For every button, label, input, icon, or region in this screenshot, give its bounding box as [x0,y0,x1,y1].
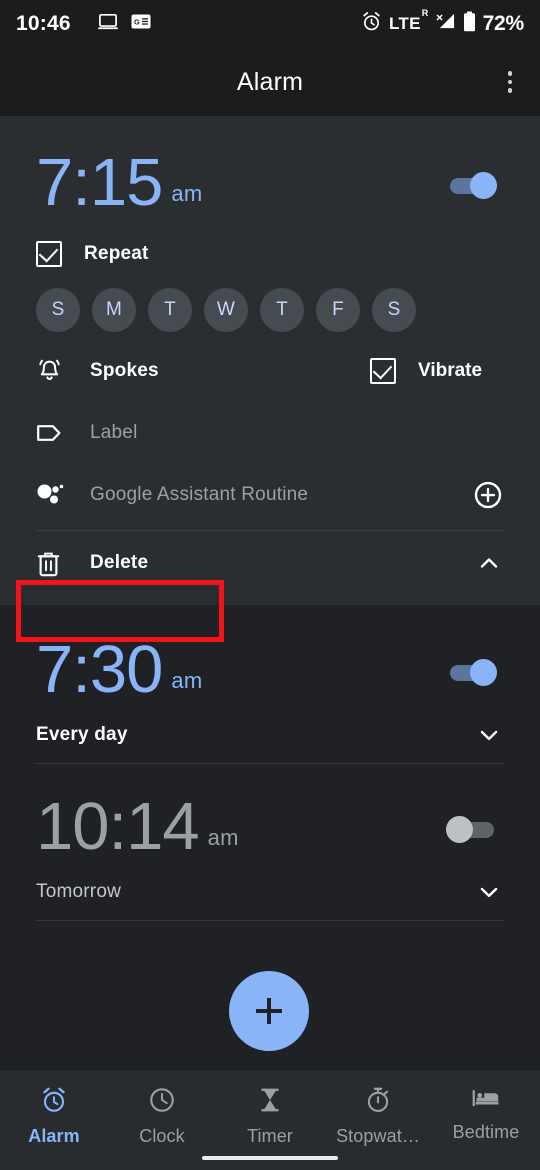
day-chip-monday[interactable]: M [92,288,136,332]
assistant-routine-row[interactable]: Google Assistant Routine [36,464,504,526]
nav-label-stopwatch-timer: Timer [247,1126,293,1146]
status-bar-right: LTER 72% [361,8,525,37]
switch-thumb [470,659,497,686]
ringtone-row[interactable]: Spokes Vibrate [36,340,504,402]
repeat-row[interactable]: Repeat [36,226,504,282]
alarm-schedule: Tomorrow [36,881,122,902]
status-time: 10:46 [16,12,71,35]
plus-icon [267,998,271,1024]
nav-item-clock[interactable]: Clock [108,1086,216,1147]
page-title: Alarm [236,67,304,96]
day-chip-thursday[interactable]: T [260,288,304,332]
add-alarm-fab[interactable] [229,971,309,1051]
vibrate-label: Vibrate [418,360,483,381]
delete-label: Delete [90,552,149,573]
day-chip-tuesday[interactable]: T [148,288,192,332]
chevron-down-icon[interactable] [476,879,502,905]
chevron-up-icon[interactable] [476,550,502,576]
alarm-toggle-switch[interactable] [446,170,504,200]
day-chip-wednesday[interactable]: W [204,288,248,332]
tag-icon [36,422,68,444]
battery-percent: 72% [482,12,525,35]
nav-item-alarm[interactable]: Alarm [0,1086,108,1147]
alarm-time[interactable]: 7:30 [36,633,163,707]
app-bar: Alarm [0,48,540,116]
alarm-schedule: Every day [36,724,128,745]
switch-thumb [446,816,473,843]
ringtone-name: Spokes [90,360,159,381]
alarm-label-input[interactable]: Label [90,422,138,444]
trash-icon [36,550,68,577]
more-vert-icon-dot [507,71,513,76]
alarm-item-expanded[interactable]: 7:15 am Repeat S M T W T F S Spokes Vibr… [0,116,540,605]
repeat-checkbox[interactable] [36,241,62,267]
day-chip-saturday[interactable]: S [372,288,416,332]
vibrate-checkbox[interactable] [370,358,396,384]
nav-item-bedtime[interactable]: Bedtime [432,1086,540,1143]
gesture-navigation-bar [202,1156,338,1160]
alarm-item-collapsed[interactable]: 7:30 am Every day [0,605,540,763]
switch-thumb [470,172,497,199]
nav-label-bedtime: Bedtime [452,1122,520,1142]
alarm-list: 7:15 am Repeat S M T W T F S Spokes Vibr… [0,116,540,1070]
alarm-schedule-row[interactable]: Tomorrow [36,864,504,920]
nav-label-alarm: Alarm [28,1126,80,1146]
repeat-label: Repeat [84,243,149,264]
more-vert-icon-dot [507,88,513,93]
alarm-item-collapsed[interactable]: 10:14 am Tomorrow [0,764,540,920]
bottom-navigation: Alarm Clock Timer Stopwat… Bedtime [0,1070,540,1170]
alarm-time[interactable]: 10:14 [36,790,200,864]
alarm-time[interactable]: 7:15 [36,146,163,220]
alarm-toggle-switch[interactable] [446,657,504,687]
plus-circle-icon[interactable] [473,480,503,510]
stopwatch-icon [364,1086,392,1119]
alarm-divider [36,920,504,921]
alarm-meridiem: am [207,825,239,850]
assistant-routine-label: Google Assistant Routine [90,484,309,505]
chevron-down-icon[interactable] [476,722,502,748]
day-chip-sunday[interactable]: S [36,288,80,332]
vibrate-group[interactable]: Vibrate [370,358,482,384]
nav-item-stopwatch[interactable]: Stopwat… [324,1086,432,1147]
laptop-icon [97,13,119,36]
alarm-time-row[interactable]: 10:14 am [36,778,504,864]
alarm-toggle-switch[interactable] [446,814,504,844]
status-bar-left: 10:46 G [16,12,151,36]
clock-icon [148,1086,176,1119]
alarm-meridiem: am [171,668,203,693]
bed-icon [472,1086,500,1115]
alarm-schedule-row[interactable]: Every day [36,707,504,763]
nav-item-timer[interactable]: Timer [216,1086,324,1147]
battery-icon [463,11,476,37]
alarm-clock-icon [40,1086,68,1119]
network-type-label: LTER [389,8,429,33]
more-vert-icon-dot [507,79,513,85]
status-bar: 10:46 G LTER 72% [0,0,540,48]
nav-label-clock: Clock [139,1126,185,1146]
day-selector[interactable]: S M T W T F S [36,288,504,332]
google-pay-card-icon: G [131,14,151,34]
nav-label-stopwatch: Stopwat… [336,1126,420,1146]
alarm-screen: 10:46 G LTER 72% Alarm 7:15 am Repeat S … [0,0,540,1170]
alarm-meridiem: am [171,181,203,206]
alarm-time-row[interactable]: 7:30 am [36,621,504,707]
bell-ringing-icon [36,358,68,385]
delete-row[interactable]: Delete [36,531,504,595]
alarm-time-row[interactable]: 7:15 am [36,134,504,220]
svg-text:G: G [134,18,140,27]
overflow-menu-button[interactable] [480,48,540,116]
label-row[interactable]: Label [36,402,504,464]
day-chip-friday[interactable]: F [316,288,360,332]
signal-icon [435,12,456,36]
alarm-icon [361,11,382,37]
google-assistant-icon [36,482,68,509]
hourglass-icon [256,1086,284,1119]
